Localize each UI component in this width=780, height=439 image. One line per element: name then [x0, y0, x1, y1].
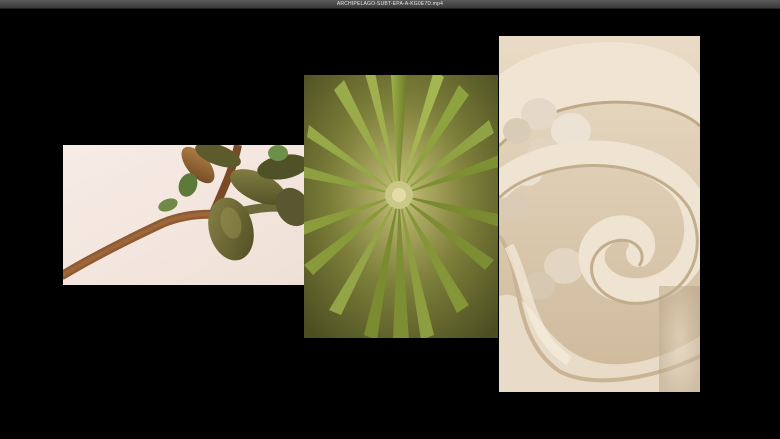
window-title: ARCHIPELAGO-SUBT-EPA-A-KG0E7D.mp4	[336, 1, 444, 7]
video-player-window: ARCHIPELAGO-SUBT-EPA-A-KG0E7D.mp4	[0, 0, 780, 439]
ceramic-spiral-photo	[499, 36, 700, 392]
air-plant-photo	[304, 75, 498, 338]
jade-branch-photo	[63, 145, 312, 285]
video-frame[interactable]	[0, 9, 780, 439]
title-bar[interactable]: ARCHIPELAGO-SUBT-EPA-A-KG0E7D.mp4	[0, 0, 780, 9]
